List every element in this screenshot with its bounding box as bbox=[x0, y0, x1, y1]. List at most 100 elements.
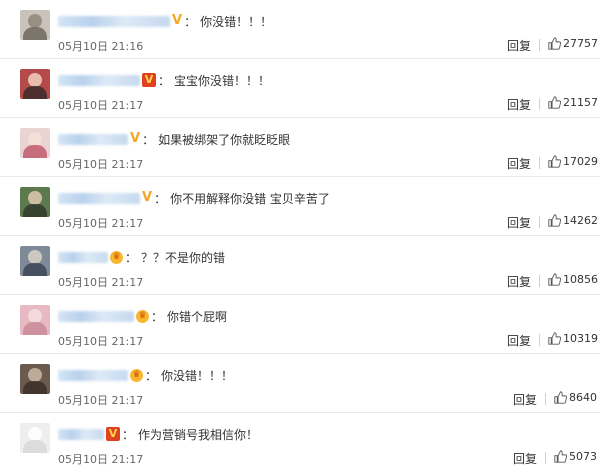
comment-time: 05月10日 21:17 bbox=[58, 453, 144, 466]
avatar[interactable] bbox=[20, 364, 50, 394]
avatar[interactable] bbox=[20, 246, 50, 276]
comment-row: V ： 你没错！！！ 05月10日 21:16 回复 27757 bbox=[0, 0, 600, 59]
thumbs-up-icon bbox=[548, 96, 561, 109]
reply-button[interactable]: 回复 bbox=[507, 273, 531, 290]
avatar[interactable] bbox=[20, 69, 50, 99]
comment-time: 05月10日 21:17 bbox=[58, 99, 144, 112]
like-count: 27757 bbox=[563, 37, 598, 50]
verified-v-icon: V bbox=[172, 13, 183, 28]
username-blurred[interactable] bbox=[58, 428, 104, 440]
thumbs-up-icon bbox=[554, 391, 567, 404]
like-count: 8640 bbox=[569, 391, 597, 404]
avatar-body bbox=[23, 145, 47, 158]
username-blurred[interactable] bbox=[58, 251, 108, 263]
reply-button[interactable]: 回复 bbox=[507, 96, 531, 113]
avatar-head bbox=[28, 73, 42, 87]
comment-text: 你不用解释你没错 宝贝辛苦了 bbox=[170, 191, 330, 206]
comment-line: ♛ ： 你没错！！！ bbox=[58, 366, 233, 384]
thumbs-up-icon bbox=[548, 332, 561, 345]
verified-v-icon: V bbox=[130, 131, 141, 146]
crown-badge-icon: ♛ bbox=[130, 368, 143, 382]
like-button[interactable]: 5073 bbox=[554, 450, 597, 463]
username-blurred[interactable] bbox=[58, 369, 128, 381]
reply-button[interactable]: 回复 bbox=[513, 450, 537, 467]
reply-button[interactable]: 回复 bbox=[513, 391, 537, 408]
comment-row: ♛ ： 你错个屁啊 05月10日 21:17 回复 10319 bbox=[0, 295, 600, 354]
comment-text: ？？不是你的错 bbox=[141, 250, 226, 265]
avatar-body bbox=[23, 86, 47, 99]
divider bbox=[539, 98, 540, 110]
avatar-body bbox=[23, 204, 47, 217]
thumbs-up-icon bbox=[548, 273, 561, 286]
avatar-head bbox=[28, 250, 42, 264]
comment-row: ♛ ： 你没错！！！ 05月10日 21:17 回复 8640 bbox=[0, 354, 600, 413]
comment-text: 你没错！！！ bbox=[161, 368, 234, 383]
divider bbox=[539, 216, 540, 228]
like-button[interactable]: 21157 bbox=[548, 96, 598, 109]
username-blurred[interactable] bbox=[58, 74, 140, 86]
username-blurred[interactable] bbox=[58, 133, 128, 145]
colon: ： bbox=[125, 250, 138, 265]
like-button[interactable]: 27757 bbox=[548, 37, 598, 50]
reply-button[interactable]: 回复 bbox=[507, 214, 531, 231]
thumbs-up-icon bbox=[554, 450, 567, 463]
verified-v-icon: V bbox=[106, 427, 120, 441]
like-count: 17029 bbox=[563, 155, 598, 168]
username-blurred[interactable] bbox=[58, 310, 134, 322]
avatar[interactable] bbox=[20, 10, 50, 40]
comment-line: V ： 宝宝你没错！！！ bbox=[58, 71, 270, 89]
comment-time: 05月10日 21:17 bbox=[58, 217, 144, 230]
like-button[interactable]: 10319 bbox=[548, 332, 598, 345]
avatar-head bbox=[28, 191, 42, 205]
comment-time: 05月10日 21:17 bbox=[58, 158, 144, 171]
crown-badge-icon: ♛ bbox=[110, 250, 123, 264]
avatar-head bbox=[28, 132, 42, 146]
like-count: 10856 bbox=[563, 273, 598, 286]
colon: ： bbox=[142, 132, 155, 147]
avatar-body bbox=[23, 381, 47, 394]
comment-time: 05月10日 21:17 bbox=[58, 394, 144, 407]
username-blurred[interactable] bbox=[58, 192, 140, 204]
colon: ： bbox=[158, 73, 171, 88]
avatar-body bbox=[23, 27, 47, 40]
comment-row: ♛ ： ？？不是你的错 05月10日 21:17 回复 10856 bbox=[0, 236, 600, 295]
like-count: 21157 bbox=[563, 96, 598, 109]
verified-v-icon: V bbox=[142, 190, 153, 205]
avatar[interactable] bbox=[20, 128, 50, 158]
reply-button[interactable]: 回复 bbox=[507, 332, 531, 349]
avatar[interactable] bbox=[20, 187, 50, 217]
comment-text: 宝宝你没错！！！ bbox=[174, 73, 271, 88]
avatar-head bbox=[28, 427, 42, 441]
username-blurred[interactable] bbox=[58, 15, 170, 27]
reply-button[interactable]: 回复 bbox=[507, 155, 531, 172]
comment-text: 你错个屁啊 bbox=[167, 309, 228, 324]
divider bbox=[539, 334, 540, 346]
colon: ： bbox=[154, 191, 167, 206]
avatar[interactable] bbox=[20, 305, 50, 335]
comment-time: 05月10日 21:17 bbox=[58, 276, 144, 289]
comment-text: 如果被绑架了你就眨眨眼 bbox=[158, 132, 291, 147]
thumbs-up-icon bbox=[548, 214, 561, 227]
avatar-body bbox=[23, 322, 47, 335]
reply-button[interactable]: 回复 bbox=[507, 37, 531, 54]
thumbs-up-icon bbox=[548, 37, 561, 50]
avatar[interactable] bbox=[20, 423, 50, 453]
comment-time: 05月10日 21:17 bbox=[58, 335, 144, 348]
like-button[interactable]: 17029 bbox=[548, 155, 598, 168]
comment-line: V ： 你不用解释你没错 宝贝辛苦了 bbox=[58, 189, 330, 207]
like-button[interactable]: 8640 bbox=[554, 391, 597, 404]
like-button[interactable]: 10856 bbox=[548, 273, 598, 286]
colon: ： bbox=[184, 14, 197, 29]
comment-row: V ： 如果被绑架了你就眨眨眼 05月10日 21:17 回复 17029 bbox=[0, 118, 600, 177]
crown-badge-icon: ♛ bbox=[136, 309, 149, 323]
comment-row: V ： 宝宝你没错！！！ 05月10日 21:17 回复 21157 bbox=[0, 59, 600, 118]
avatar-head bbox=[28, 309, 42, 323]
colon: ： bbox=[151, 309, 164, 324]
divider bbox=[539, 275, 540, 287]
comment-list: V ： 你没错！！！ 05月10日 21:16 回复 27757 V ： 宝宝你… bbox=[0, 0, 600, 466]
verified-v-icon: V bbox=[142, 73, 156, 87]
like-button[interactable]: 14262 bbox=[548, 214, 598, 227]
comment-text: 作为营销号我相信你！ bbox=[138, 427, 259, 442]
comment-row: V ： 你不用解释你没错 宝贝辛苦了 05月10日 21:17 回复 14262 bbox=[0, 177, 600, 236]
avatar-head bbox=[28, 14, 42, 28]
